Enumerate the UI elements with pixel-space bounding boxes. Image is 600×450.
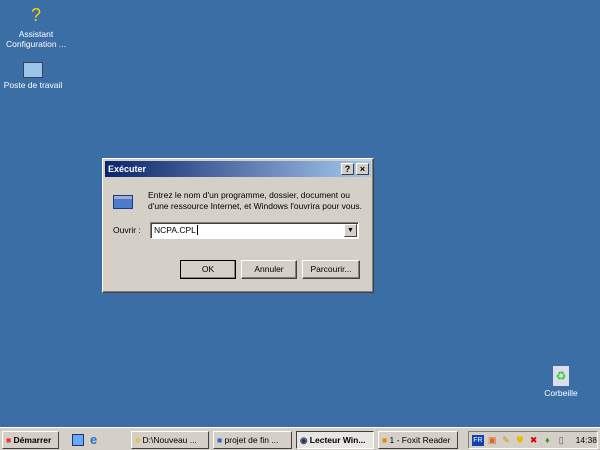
run-dialog: Exécuter ? × Entrez le nom d'un programm… xyxy=(102,158,374,293)
icon-label: Assistant Configuration ... xyxy=(5,29,66,49)
tools-icon[interactable]: ✎ xyxy=(501,435,512,446)
close-button[interactable]: × xyxy=(356,163,369,175)
open-label: Ouvrir : xyxy=(113,225,141,235)
taskbar-item-media-player[interactable]: ◉ Lecteur Win... xyxy=(296,431,374,449)
dropdown-arrow-button[interactable]: ▼ xyxy=(344,224,357,237)
connection-icon[interactable]: ♦ xyxy=(542,435,553,446)
recycle-bin-icon: ♻ xyxy=(553,366,569,386)
taskbar-item-folder[interactable]: ■ D:\Nouveau ... xyxy=(131,431,209,449)
network-icon[interactable]: ▣ xyxy=(487,435,498,446)
language-indicator[interactable]: FR xyxy=(472,434,484,446)
folder-icon: ■ xyxy=(135,435,141,445)
ie-icon[interactable]: e xyxy=(90,432,97,447)
security-shield-icon[interactable]: ⛊ xyxy=(514,435,525,446)
desktop-icon-assistant[interactable]: ? Assistant Configuration ... xyxy=(0,3,73,49)
icon-label: Poste de travail xyxy=(3,80,63,90)
ok-button[interactable]: OK xyxy=(180,260,236,279)
open-input[interactable]: NCPA.CPL ▼ xyxy=(150,222,359,239)
icon-label: Corbeille xyxy=(544,388,578,398)
media-player-icon: ◉ xyxy=(300,435,308,445)
wizard-icon: ? xyxy=(30,5,41,25)
open-input-value: NCPA.CPL xyxy=(154,225,196,235)
run-icon xyxy=(113,195,133,209)
taskbar-label: Lecteur Win... xyxy=(309,435,366,445)
word-icon: ■ xyxy=(217,435,223,445)
help-button[interactable]: ? xyxy=(341,163,354,175)
cancel-button[interactable]: Annuler xyxy=(241,260,297,279)
windows-logo-icon: ■ xyxy=(6,435,12,445)
foxit-icon: ■ xyxy=(382,435,388,445)
dialog-description: Entrez le nom d'un programme, dossier, d… xyxy=(148,190,362,211)
clock[interactable]: 14:38 xyxy=(576,435,597,445)
taskbar-label: D:\Nouveau ... xyxy=(142,435,197,445)
taskbar-item-foxit[interactable]: ■ 1 - Foxit Reader xyxy=(378,431,458,449)
start-label: Démarrer xyxy=(13,435,52,445)
browse-button[interactable]: Parcourir... xyxy=(302,260,360,279)
desktop-icon-corbeille[interactable]: ♻ Corbeille xyxy=(524,366,598,398)
system-tray: FR ▣ ✎ ⛊ ✖ ♦ ▯ 14:38 xyxy=(468,431,598,449)
start-button[interactable]: ■ Démarrer xyxy=(2,431,59,449)
computer-icon xyxy=(23,62,43,78)
dialog-title: Exécuter xyxy=(108,164,147,174)
network-disconnected-icon[interactable]: ✖ xyxy=(528,435,539,446)
dialog-titlebar[interactable]: Exécuter ? × xyxy=(105,161,371,177)
taskbar-label: 1 - Foxit Reader xyxy=(389,435,451,445)
desktop-icon-poste-de-travail[interactable]: Poste de travail xyxy=(0,62,70,90)
device-icon[interactable]: ▯ xyxy=(556,435,567,446)
show-desktop-icon[interactable] xyxy=(72,434,84,446)
taskbar-item-word[interactable]: ■ projet de fin ... xyxy=(213,431,292,449)
taskbar: ■ Démarrer e ■ D:\Nouveau ... ■ projet d… xyxy=(0,427,600,450)
taskbar-label: projet de fin ... xyxy=(224,435,279,445)
